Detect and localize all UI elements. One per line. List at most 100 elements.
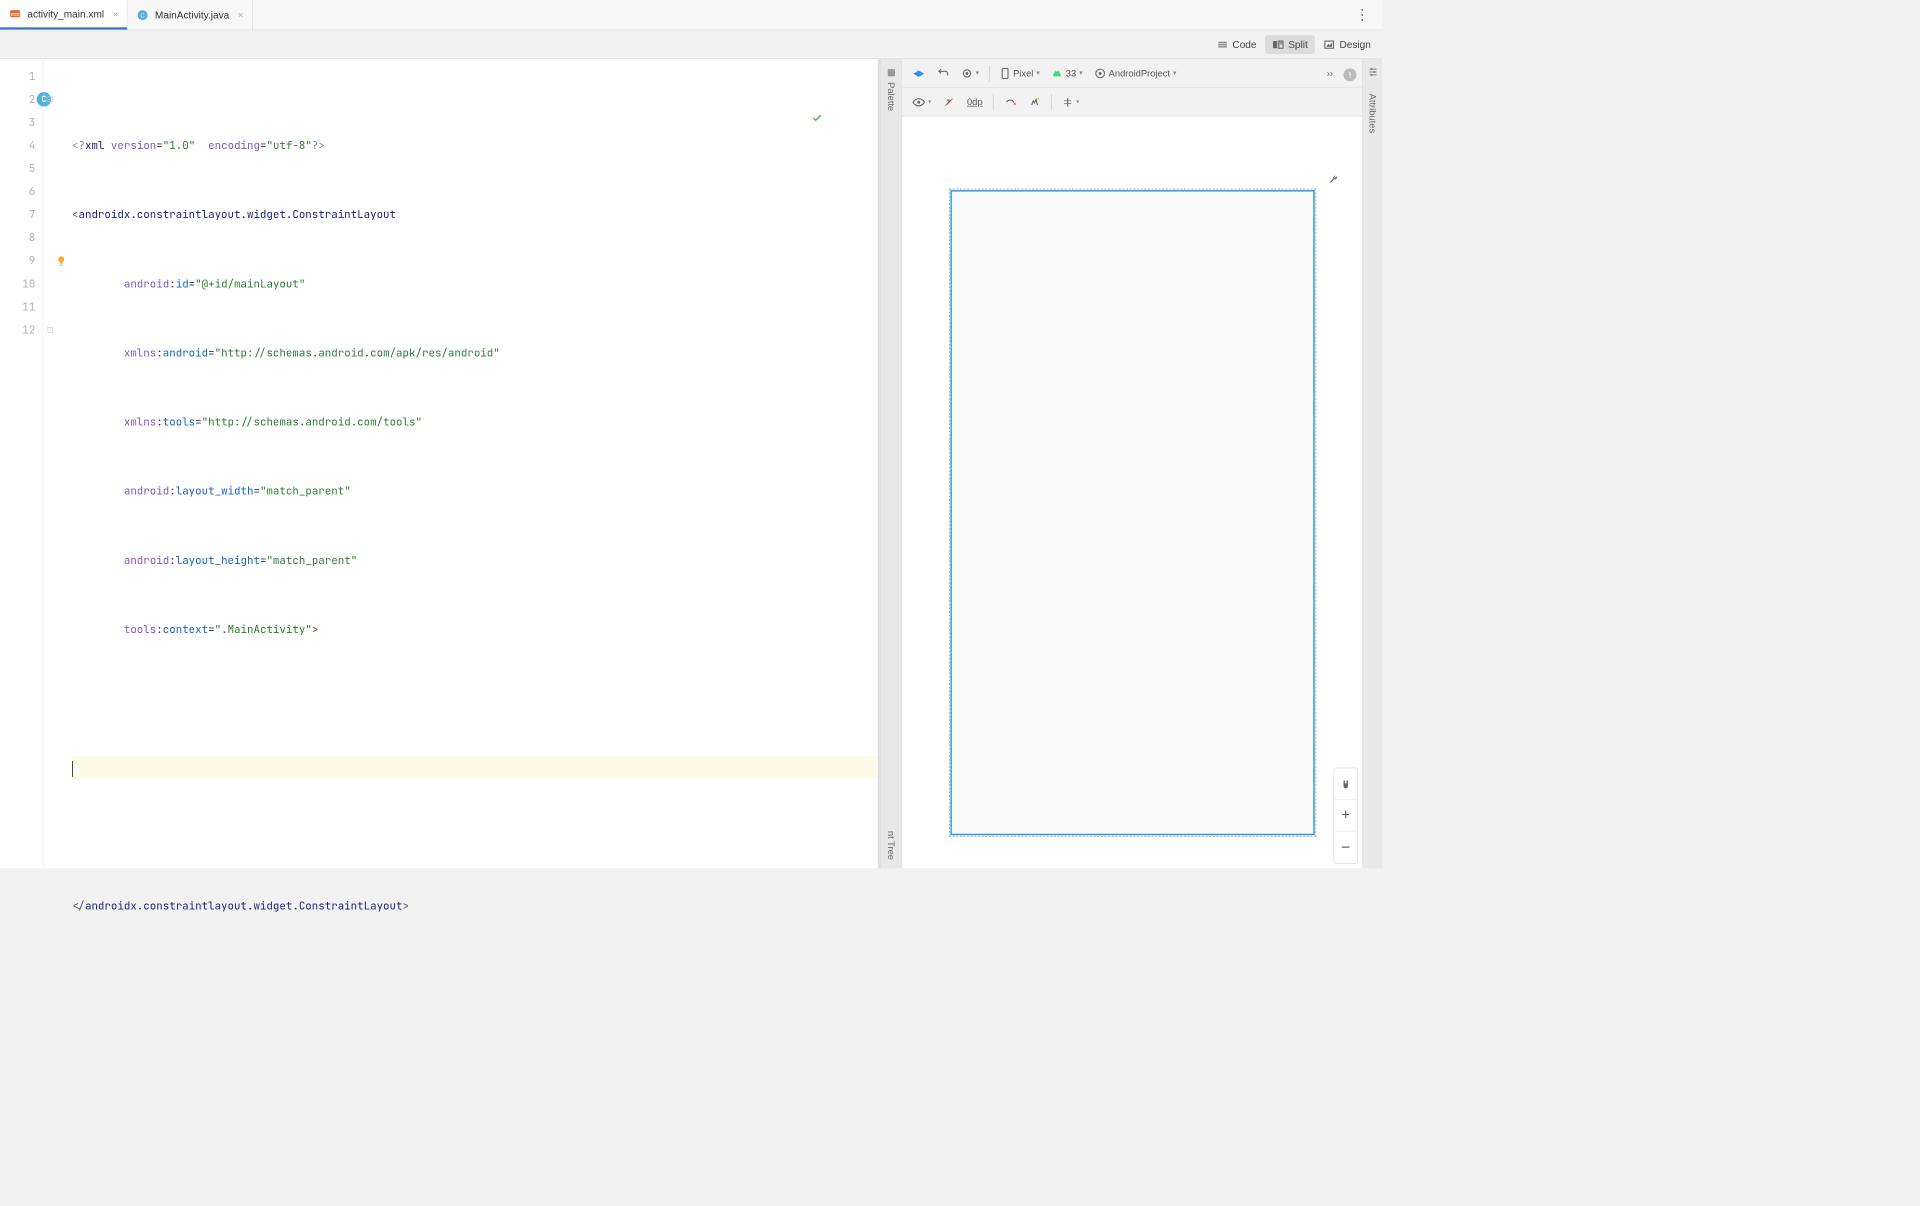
xml-file-icon: xml <box>9 7 22 20</box>
line-number: 4 <box>0 134 35 157</box>
attr: layout_width <box>176 484 254 498</box>
attr-value: "http://schemas.android.com/tools" <box>202 415 422 429</box>
xml-decl-close: ?> <box>312 138 325 152</box>
api-select-button[interactable]: 33 ▾ <box>1047 63 1087 83</box>
editor-gutter: 1 2 C 3 4 5 6 7 8 9 10 11 12 <box>0 59 43 868</box>
line-number: 1 <box>0 65 35 88</box>
view-mode-label: Design <box>1339 39 1370 51</box>
preview-toolbar-top: ▾ Pixel ▾ 33 ▾ AndroidProject ▾ ›› <box>902 59 1362 88</box>
line-number: 11 <box>0 295 35 318</box>
code-text-area[interactable]: <?xml version="1.0" encoding="utf-8"?> <… <box>58 59 878 868</box>
line-number: 3 <box>0 111 35 134</box>
view-mode-split-button[interactable]: Split <box>1265 35 1315 54</box>
line-number: 8 <box>0 226 35 249</box>
side-tab-label: Attributes <box>1367 94 1378 134</box>
attr: version <box>111 138 156 152</box>
xml-kw: xml <box>85 138 104 152</box>
view-mode-label: Code <box>1232 39 1256 51</box>
fold-toggle[interactable]: ⊟ <box>43 88 57 111</box>
line-number: 2 C <box>0 88 35 111</box>
close-icon[interactable]: × <box>238 9 243 20</box>
close-icon[interactable]: × <box>113 8 118 19</box>
view-mode-label: Split <box>1288 39 1308 51</box>
infer-constraints-button[interactable] <box>1024 92 1046 112</box>
clear-constraints-button[interactable]: × <box>999 92 1021 112</box>
design-side-tabs: Palette nt Tree <box>881 59 901 868</box>
split-icon <box>1272 39 1284 51</box>
tag-name: androidx.constraintlayout.widget.Constra… <box>85 899 403 913</box>
design-surface-button[interactable] <box>908 63 930 83</box>
attr: tools <box>163 415 195 429</box>
default-margin-button[interactable]: 0dp <box>963 92 987 112</box>
toolbar-separator <box>1051 94 1052 110</box>
tab-bar-overflow-button[interactable]: ⋮ <box>1342 0 1382 30</box>
attributes-tab[interactable]: Attributes <box>1364 85 1381 142</box>
tab-label: MainActivity.java <box>155 9 229 21</box>
attributes-settings-icon[interactable] <box>1364 59 1381 85</box>
fold-column: ⊟ ⊡ <box>43 59 57 868</box>
toolbar-separator <box>989 65 990 81</box>
api-label: 33 <box>1066 68 1076 79</box>
night-mode-button[interactable]: ▾ <box>957 63 984 83</box>
wrench-icon[interactable] <box>1328 174 1340 186</box>
preview-toolbar-bottom: ▾ 0dp × ▾ <box>902 88 1362 117</box>
attr: layout_height <box>176 553 260 567</box>
current-line <box>72 756 878 779</box>
margin-label: 0dp <box>967 96 983 107</box>
line-number: 10 <box>0 272 35 295</box>
line-number: 12 <box>0 318 35 341</box>
theme-label: AndroidProject <box>1109 68 1170 79</box>
code-editor-pane: 1 2 C 3 4 5 6 7 8 9 10 11 12 ⊟ ⊡ <box>0 59 878 868</box>
line-number: 7 <box>0 203 35 226</box>
tab-activity-main-xml[interactable]: xml activity_main.xml × <box>0 0 128 30</box>
fold-end: ⊡ <box>43 318 57 341</box>
component-tree-tab[interactable]: nt Tree <box>883 822 900 868</box>
tag-name: androidx.constraintlayout.widget.Constra… <box>78 207 396 221</box>
zoom-in-button[interactable]: + <box>1334 800 1357 832</box>
attr-value: "match_parent" <box>266 553 357 567</box>
file-tab-bar: xml activity_main.xml × C MainActivity.j… <box>0 0 1382 30</box>
attr: id <box>176 276 189 290</box>
theme-select-button[interactable]: AndroidProject ▾ <box>1090 63 1181 83</box>
text-cursor <box>72 761 73 777</box>
attr-value: "http://schemas.android.com/apk/res/andr… <box>215 346 500 360</box>
attr: android <box>163 346 208 360</box>
autoconnect-button[interactable] <box>938 92 960 112</box>
attr: encoding <box>208 138 260 152</box>
palette-tab[interactable]: Palette <box>883 59 900 120</box>
zoom-out-button[interactable]: − <box>1334 832 1357 864</box>
device-frame[interactable] <box>949 189 1316 837</box>
view-mode-code-button[interactable]: Code <box>1209 35 1263 54</box>
view-mode-bar: Code Split Design <box>0 30 1382 59</box>
side-tab-label: Palette <box>886 82 897 111</box>
pan-button[interactable] <box>1334 768 1357 800</box>
svg-text:xml: xml <box>11 12 20 18</box>
attr-value: ".MainActivity" <box>215 622 312 636</box>
attr-value: "1.0" <box>163 138 195 152</box>
design-icon <box>1324 39 1336 51</box>
svg-text:C: C <box>141 13 145 19</box>
design-preview-pane: ▾ Pixel ▾ 33 ▾ AndroidProject ▾ ›› <box>901 59 1362 868</box>
orientation-button[interactable] <box>932 63 954 83</box>
view-mode-design-button[interactable]: Design <box>1316 35 1378 54</box>
constraint-layout-view[interactable] <box>950 190 1314 835</box>
tab-label: activity_main.xml <box>27 8 104 20</box>
view-options-button[interactable]: ▾ <box>908 92 935 112</box>
zoom-controls: + − <box>1333 768 1357 864</box>
code-icon <box>1217 39 1229 51</box>
guidelines-button[interactable]: ▾ <box>1057 92 1083 112</box>
analysis-ok-icon[interactable] <box>811 66 863 170</box>
attr-value: "utf-8" <box>267 138 312 152</box>
toolbar-separator <box>993 94 994 110</box>
tab-main-activity-java[interactable]: C MainActivity.java × <box>128 0 253 30</box>
line-number: 6 <box>0 180 35 203</box>
toolbar-overflow-button[interactable]: ›› <box>1319 63 1341 83</box>
design-canvas[interactable]: + − <box>902 117 1362 869</box>
issues-badge[interactable]: ! <box>1344 68 1357 81</box>
line-number: 9 <box>0 249 35 272</box>
right-tool-strip: Attributes <box>1362 59 1382 868</box>
device-select-button[interactable]: Pixel ▾ <box>996 63 1044 83</box>
attr-value: "match_parent" <box>260 484 351 498</box>
java-class-icon: C <box>136 8 149 21</box>
side-tab-label: nt Tree <box>886 831 897 860</box>
